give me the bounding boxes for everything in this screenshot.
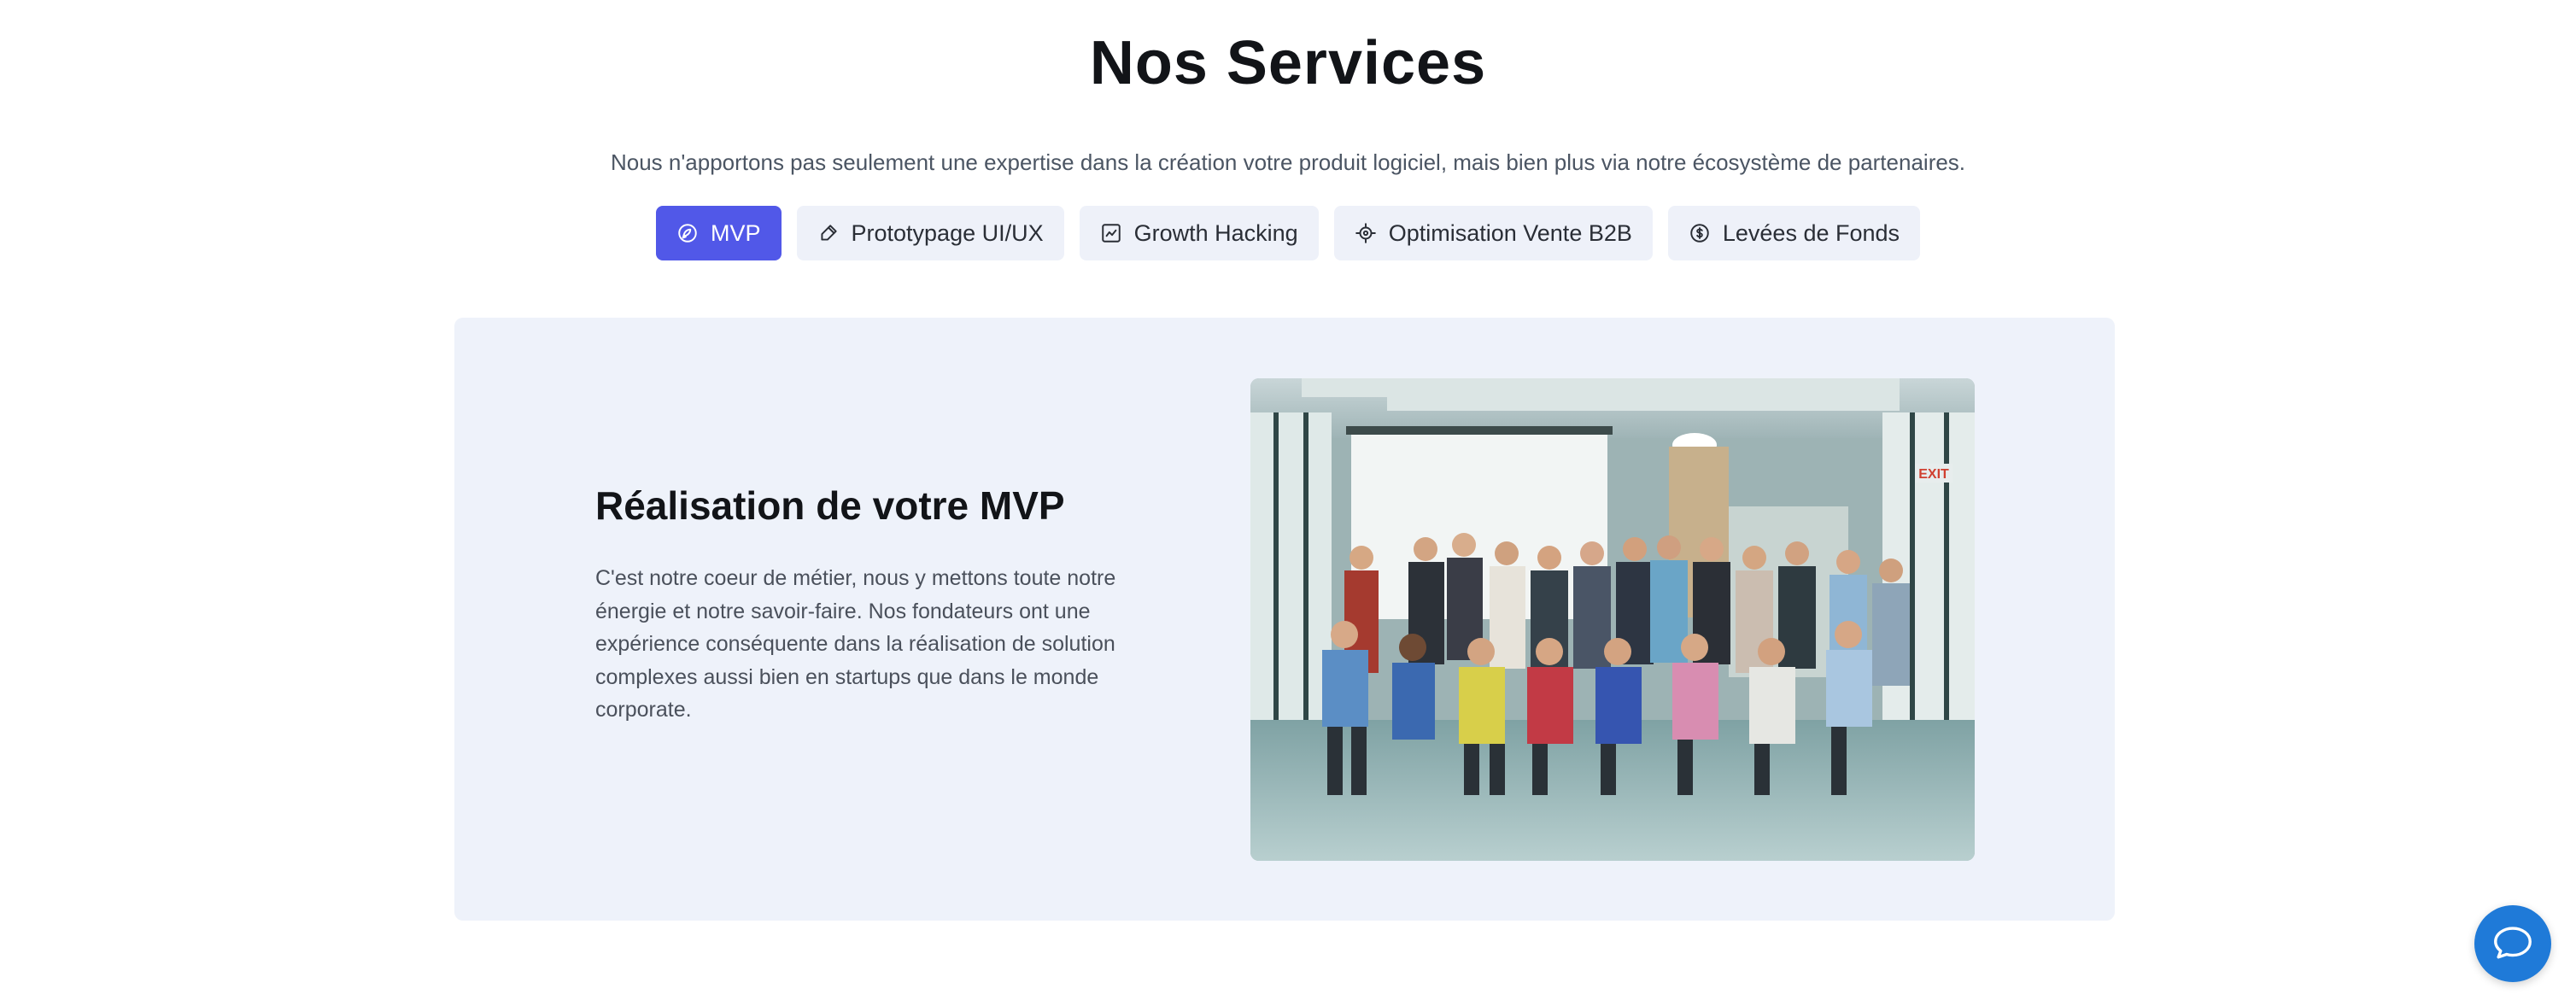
- tab-levees-de-fonds[interactable]: Levées de Fonds: [1667, 206, 1921, 260]
- tab-label: Levées de Fonds: [1722, 219, 1900, 246]
- team-photo: EXIT: [1250, 378, 1975, 861]
- chat-bubble-icon: [2494, 927, 2532, 959]
- tab-label: Optimisation Vente B2B: [1388, 219, 1632, 246]
- services-tabs: MVP Prototypage UI/UX Growth Hacking Opt…: [0, 206, 2576, 260]
- tab-label: Prototypage UI/UX: [851, 219, 1044, 246]
- service-heading: Réalisation de votre MVP: [595, 483, 1065, 528]
- exit-sign: EXIT: [1918, 467, 1949, 482]
- tab-growth-hacking[interactable]: Growth Hacking: [1079, 206, 1319, 260]
- tab-prototypage[interactable]: Prototypage UI/UX: [796, 206, 1064, 260]
- chat-button[interactable]: [2474, 905, 2551, 982]
- tab-label: Growth Hacking: [1133, 219, 1298, 246]
- dollar-icon: [1689, 222, 1711, 244]
- service-panel: Réalisation de votre MVP C'est notre coe…: [454, 318, 2115, 921]
- page-title: Nos Services: [1089, 29, 1487, 97]
- pen-icon: [817, 222, 840, 244]
- rocket-icon: [676, 222, 699, 244]
- page-subtitle: Nous n'apportons pas seulement une exper…: [610, 149, 1966, 175]
- service-description: C'est notre coeur de métier, nous y mett…: [595, 566, 1116, 722]
- chart-icon: [1100, 222, 1122, 244]
- tab-optimisation-vente[interactable]: Optimisation Vente B2B: [1333, 206, 1653, 260]
- target-icon: [1355, 222, 1377, 244]
- tab-label: MVP: [710, 219, 761, 246]
- tab-mvp[interactable]: MVP: [655, 206, 782, 260]
